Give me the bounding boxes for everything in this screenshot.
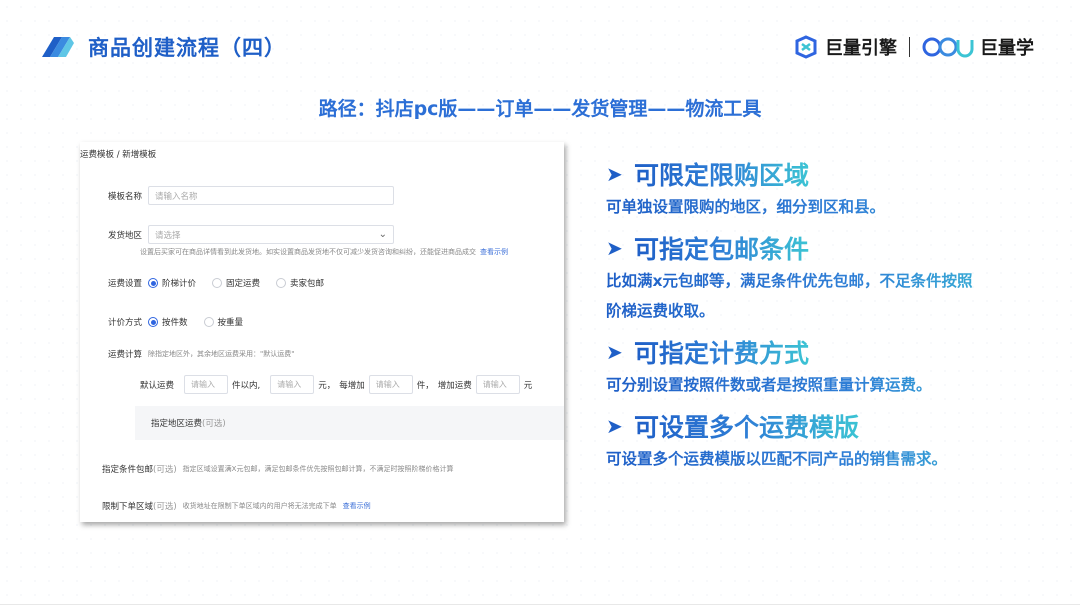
radio-seller-free-shipping[interactable]: 卖家包邮	[276, 277, 324, 289]
input-placeholder: 请输入	[277, 380, 302, 389]
ship-region-example-link[interactable]: 查看示例	[480, 247, 508, 257]
brand-logos: 巨量引擎 巨量学	[793, 32, 1034, 62]
breadcrumb: 运费模板 / 新增模板	[80, 150, 157, 160]
template-name-row: 模板名称 请输入名称	[102, 186, 394, 205]
brand-name-academy: 巨量学	[980, 38, 1034, 59]
feature-heading-text: 可指定计费方式	[634, 334, 809, 370]
radio-unchecked-icon	[276, 278, 287, 288]
navigation-path-text: 路径：抖店pc版——订单——发货管理——物流工具	[318, 98, 762, 120]
feature-description: 可单独设置限购的地区，细分到区和县。	[606, 192, 1056, 222]
shipping-template-form: 运费模板 / 新增模板 模板名称 请输入名称 发货地区 请选择 ⌄ 设置后买家可…	[80, 142, 564, 522]
feature-heading-text: 可设置多个运费模版	[634, 408, 859, 444]
feature-description: 可分别设置按照件数或者是按照重量计算运费。	[606, 370, 1056, 400]
yuan-text: 元，	[318, 380, 336, 391]
feature-description: 比如满x元包邮等，满足条件优先包邮，不足条件按照	[606, 266, 1056, 296]
pricing-method-label: 计价方式	[107, 318, 142, 328]
fee-setting-row: 运费设置 阶梯计价 固定运费 卖家包邮	[102, 277, 334, 289]
free-shipping-label: 指定条件包邮(可选)	[102, 463, 177, 475]
page-title: 商品创建流程（四）	[88, 36, 286, 60]
free-shipping-row: 指定条件包邮(可选) 指定区域设置满X元包邮，满足包邮条件优先按照包邮计算，不满…	[102, 463, 453, 475]
arrow-right-icon: ➤	[606, 236, 623, 260]
within-pieces-text: 件以内,	[232, 380, 261, 391]
juliang-engine-logo-icon	[795, 35, 817, 59]
feature-heading: ➤ 可限定限购区域	[606, 156, 1056, 192]
feature-heading-text: 可指定包邮条件	[634, 230, 809, 266]
ship-region-select[interactable]: 请选择 ⌄	[148, 225, 394, 244]
yuan-end-text: 元	[523, 380, 533, 391]
bottom-divider	[0, 604, 1080, 605]
ship-region-hint: 设置后买家可在商品详情看到此发货地。如实设置商品发货地不仅可减少发货咨询和纠纷，…	[140, 248, 476, 256]
feature-heading: ➤ 可指定包邮条件	[606, 230, 1056, 266]
restrict-region-label-text: 限制下单区域	[102, 502, 154, 512]
template-name-input[interactable]: 请输入名称	[148, 186, 394, 205]
radio-label: 阶梯计价	[162, 279, 197, 289]
fee-setting-label: 运费设置	[107, 279, 142, 289]
radio-by-piece[interactable]: 按件数	[148, 316, 188, 328]
fee-calc-row: 运费计算 除指定地区外，其余地区运费采用："默认运费"	[102, 348, 294, 360]
brand-separator	[909, 37, 910, 57]
feature-description: 可设置多个运费模版以匹配不同产品的销售需求。	[606, 444, 1056, 474]
radio-label: 固定运费	[226, 279, 261, 289]
restrict-region-hint: 收货地址在限制下单区域内的用户将无法完成下单	[182, 502, 337, 510]
ship-region-hint-row: 设置后买家可在商品详情看到此发货地。如实设置商品发货地不仅可减少发货咨询和纠纷，…	[140, 247, 508, 257]
restrict-region-example-link[interactable]: 查看示例	[343, 501, 371, 511]
radio-label: 卖家包邮	[290, 279, 325, 289]
additional-pieces-input[interactable]: 请输入	[368, 375, 413, 394]
chevron-down-icon: ⌄	[378, 229, 387, 240]
restrict-region-row: 限制下单区域(可选) 收货地址在限制下单区域内的用户将无法完成下单 查看示例	[102, 500, 371, 512]
each-add-text: 每增加	[339, 380, 365, 391]
feature-heading: ➤ 可设置多个运费模版	[606, 408, 1056, 444]
region-fee-section[interactable]: 指定地区运费 (可选)	[135, 406, 564, 440]
feature-description: 阶梯运费收取。	[606, 296, 1056, 326]
feature-heading-text: 可限定限购区域	[634, 156, 809, 192]
radio-checked-icon	[148, 317, 158, 327]
input-placeholder: 请输入	[482, 380, 507, 389]
ship-region-placeholder: 请选择	[155, 230, 181, 241]
feature-heading: ➤ 可指定计费方式	[606, 334, 1056, 370]
input-placeholder: 请输入	[191, 380, 216, 389]
slide-title: 商品创建流程（四）	[40, 30, 286, 64]
arrow-right-icon: ➤	[606, 162, 623, 186]
radio-tiered-pricing[interactable]: 阶梯计价	[148, 277, 196, 289]
brand-name-engine: 巨量引擎	[825, 38, 897, 59]
optional-tag: (可选)	[202, 419, 226, 429]
oceanengine-logo-icon	[922, 37, 974, 58]
radio-unchecked-icon	[212, 278, 223, 288]
region-fee-label: 指定地区运费	[151, 419, 203, 429]
template-name-label: 模板名称	[107, 191, 142, 202]
free-shipping-hint: 指定区域设置满X元包邮，满足包邮条件优先按照包邮计算，不满足时按照阶梯价格计算	[182, 465, 454, 473]
free-shipping-label-text: 指定条件包邮	[102, 465, 154, 475]
ship-region-row: 发货地区 请选择 ⌄	[102, 225, 394, 244]
ship-region-label: 发货地区	[107, 230, 142, 241]
add-fee-text: 增加运费	[437, 380, 472, 391]
input-placeholder: 请输入	[375, 380, 400, 389]
arrow-right-icon: ➤	[606, 340, 623, 364]
radio-checked-icon	[148, 278, 158, 288]
optional-tag: (可选)	[153, 502, 177, 512]
arrow-right-icon: ➤	[606, 414, 623, 438]
first-pieces-input[interactable]: 请输入	[184, 375, 229, 394]
pricing-method-row: 计价方式 按件数 按重量	[102, 316, 253, 328]
first-fee-input[interactable]: 请输入	[270, 375, 315, 394]
feature-list: ➤ 可限定限购区域 可单独设置限购的地区，细分到区和县。 ➤ 可指定包邮条件 比如满…	[606, 156, 1056, 474]
radio-label: 按重量	[217, 318, 244, 328]
radio-by-weight[interactable]: 按重量	[203, 316, 244, 328]
piece-text: 件，	[416, 380, 434, 391]
radio-label: 按件数	[162, 318, 188, 328]
radio-unchecked-icon	[203, 317, 214, 327]
optional-tag: (可选)	[153, 465, 177, 475]
default-fee-row: 默认运费 请输入 件以内, 请输入 元， 每增加 请输入 件， 增加运费 请输入…	[140, 375, 532, 394]
fee-calc-label: 运费计算	[107, 350, 142, 360]
radio-fixed-fee[interactable]: 固定运费	[212, 277, 260, 289]
fee-calc-hint: 除指定地区外，其余地区运费采用："默认运费"	[148, 350, 295, 358]
default-fee-label: 默认运费	[140, 380, 175, 391]
additional-fee-input[interactable]: 请输入	[475, 375, 520, 394]
restrict-region-label: 限制下单区域(可选)	[102, 500, 177, 512]
title-logo-icon	[42, 37, 74, 57]
template-name-placeholder: 请输入名称	[155, 191, 198, 202]
